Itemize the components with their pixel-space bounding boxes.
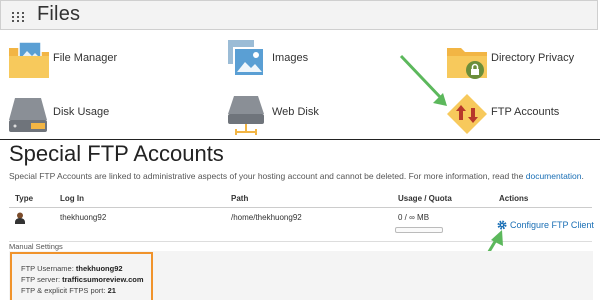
ftp-port-value[interactable]: 21 [108, 286, 116, 295]
configure-label: Configure FTP Client [510, 220, 594, 230]
row-path: /home/thekhuong92 [231, 213, 302, 222]
usage-bar [395, 227, 443, 233]
files-section-header[interactable]: Files [0, 0, 598, 30]
description-text: Special FTP Accounts are linked to admin… [9, 171, 526, 181]
user-avatar-icon [15, 212, 25, 224]
col-actions: Actions [499, 194, 529, 203]
disk-usage-icon [9, 98, 47, 132]
web-disk-icon [228, 96, 264, 135]
manual-settings-label: Manual Settings [9, 242, 63, 251]
ftp-username-value[interactable]: thekhuong92 [76, 264, 123, 273]
ftp-port-line: FTP & explicit FTPS port: 21 [21, 286, 116, 295]
col-login[interactable]: Log In [60, 194, 84, 203]
tile-label: Directory Privacy [491, 52, 575, 64]
ftp-username-line: FTP Username: thekhuong92 [21, 264, 123, 273]
grip-icon[interactable] [12, 12, 28, 22]
ftp-port-label: FTP & explicit FTPS port: [21, 286, 108, 295]
ftp-username-label: FTP Username: [21, 264, 76, 273]
table-header: Type Log In Path Usage / Quota Actions [9, 189, 592, 208]
tile-web-disk[interactable]: Web Disk [226, 92, 346, 140]
files-section-title: Files [37, 3, 81, 25]
col-usage[interactable]: Usage / Quota [398, 194, 452, 203]
ftp-server-line: FTP server: trafficsumoreview.com [21, 275, 144, 284]
tile-ftp-accounts[interactable]: FTP Accounts [445, 92, 595, 140]
page-title: Special FTP Accounts [9, 141, 224, 166]
tile-file-manager[interactable]: File Manager [7, 38, 167, 86]
files-panel: Files File Manager Images Directory Priv… [0, 0, 600, 140]
tile-directory-privacy[interactable]: Directory Privacy [445, 38, 595, 86]
row-login: thekhuong92 [60, 213, 107, 222]
section-description: Special FTP Accounts are linked to admin… [9, 171, 584, 181]
tile-label: FTP Accounts [491, 106, 560, 118]
col-path[interactable]: Path [231, 194, 248, 203]
tile-images[interactable]: Images [226, 38, 346, 86]
folder-image-icon [9, 41, 49, 78]
annotation-arrow [399, 54, 447, 106]
tile-label: Images [272, 52, 309, 64]
images-icon [228, 40, 265, 77]
tile-label: Disk Usage [53, 106, 110, 118]
documentation-link[interactable]: documentation [526, 171, 582, 181]
tile-label: Web Disk [272, 106, 319, 118]
section-divider [0, 139, 600, 140]
row-usage: 0 / ∞ MB [398, 213, 430, 222]
ftp-server-label: FTP server: [21, 275, 63, 284]
col-type[interactable]: Type [15, 194, 33, 203]
tile-disk-usage[interactable]: Disk Usage [7, 92, 127, 140]
ftp-server-value[interactable]: trafficsumoreview.com [62, 275, 143, 284]
tile-label: File Manager [53, 52, 118, 64]
